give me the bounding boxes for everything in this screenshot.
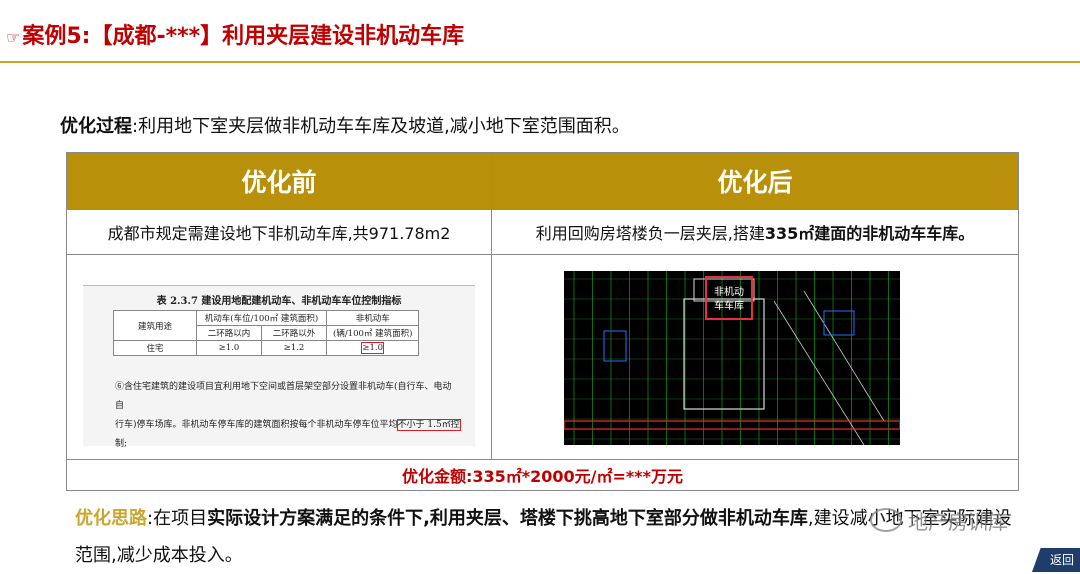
spec-note: ⑥含住宅建筑的建设项目宜利用地下空间或首层架空部分设置非机动车(自行车、电动自 … [115,382,461,449]
after-text: 利用回购房塔楼负一层夹层,搭建335㎡建面的非机动车车库。 [491,209,1019,255]
idea-label: 优化思路 [75,508,147,529]
comparison-table: 优化前 优化后 成都市规定需建设地下非机动车库,共971.78m2 利用回购房塔… [66,152,1019,491]
area-requirement-highlight: 不小于 1.5㎡控 [396,419,461,431]
spec-caption: 表 2.3.7 建设用地配建机动车、非机动车车位控制指标 [156,296,402,307]
process-line: 优化过程:利用地下室夹层做非机动车车库及坡道,减小地下室范围面积。 [60,112,630,138]
slide-title: ☞案例5:【成都-***】利用夹层建设非机动车库 [6,24,465,49]
chat-bubble-icon [870,508,902,532]
spec-table: 建筑用途 机动车(车位/100㎡ 建筑面积) 非机动车 二环路以内 二环路以外 … [113,310,420,356]
cad-drawing-image: 非机动 车车库 [564,271,900,445]
process-text: :利用地下室夹层做非机动车车库及坡道,减小地下室范围面积。 [132,116,630,137]
cad-drawing: 非机动车车库 [564,271,900,445]
process-label: 优化过程 [60,116,132,137]
back-button[interactable]: 返回 [1032,548,1080,572]
nonmotor-value-highlight: ≥1.0 [361,342,385,354]
saving-amount: 优化金额:335㎡*2000元/㎡=***万元 [66,459,1019,491]
cad-label-line1: 非机动 [714,285,744,298]
idea-bold: 实际设计方案满足的条件下,利用夹层、塔楼下挑高地下室部分做非机动车库 [207,508,808,529]
before-heading: 优化前 [66,152,492,210]
after-heading: 优化后 [491,152,1019,210]
slide-header: ☞案例5:【成都-***】利用夹层建设非机动车库 [0,0,1080,63]
header-rule [0,61,1080,63]
spec-table-image: 表 2.3.7 建设用地配建机动车、非机动车车位控制指标 建筑用途 机动车(车位… [83,285,475,449]
watermark: 地产房训库 [870,506,1008,535]
pointing-hand-icon: ☞ [6,28,21,47]
before-image-cell: 表 2.3.7 建设用地配建机动车、非机动车车位控制指标 建筑用途 机动车(车位… [66,254,492,460]
after-image-cell: 非机动 车车库 [491,254,1019,460]
cad-label-line2: 车车库 [714,299,744,312]
before-text: 成都市规定需建设地下非机动车库,共971.78m2 [66,209,492,255]
